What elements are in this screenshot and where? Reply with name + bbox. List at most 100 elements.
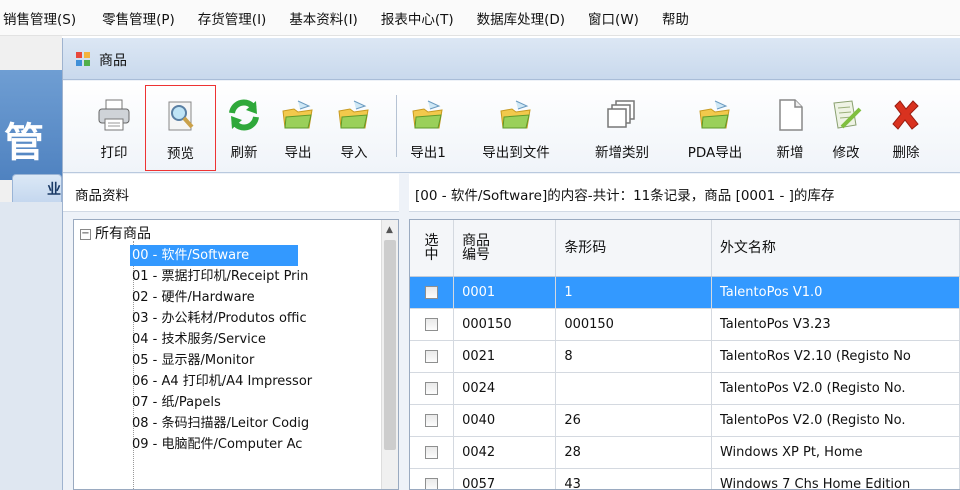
table-row[interactable]: 0042 28 Windows XP Pt, Home [410,436,960,469]
export-to-file-button[interactable]: 导出到文件 [468,81,564,173]
tree-item[interactable]: 01 - 票据打印机/Receipt Prin [130,266,398,287]
delete-button[interactable]: 删除 [881,81,931,173]
import-icon [338,100,369,129]
row-checkbox[interactable] [425,445,439,459]
background-panel [0,202,62,490]
main-menubar: 销售管理(S) 零售管理(P) 存货管理(I) 基本资料(I) 报表中心(T) … [0,0,960,36]
export-button-label: 导出 [284,145,312,161]
new-button-label: 新增 [776,145,804,161]
export-icon [282,100,313,129]
table-row[interactable]: 000150 000150 TalentoPos V3.23 [410,308,960,341]
import-button-label: 导入 [340,145,368,161]
background-app: 管 业 [0,36,62,490]
pda-export-button-label: PDA导出 [687,145,743,161]
product-grid: 选中 商品编号 条形码 外文名称 0001 1 TalentoPos V1.0 … [409,219,960,490]
cell-code: 0021 [453,340,557,373]
tree-item[interactable]: 05 - 显示器/Monitor [130,350,398,371]
delete-button-label: 删除 [892,145,920,161]
menu-retail[interactable]: 零售管理(P) [102,8,175,28]
edit-button-label: 修改 [832,145,860,161]
tree-root-label: 所有商品 [95,226,151,242]
cell-barcode: 28 [555,436,712,469]
export1-icon [412,100,443,129]
export-file-icon [500,100,531,129]
row-checkbox[interactable] [425,349,439,363]
edit-icon [833,100,862,129]
window-titlebar[interactable]: 商品 [63,38,960,80]
preview-button[interactable]: 预览 [145,85,216,171]
row-checkbox[interactable] [425,413,439,427]
scrollbar-thumb[interactable] [384,240,396,450]
column-header-foreign-name[interactable]: 外文名称 [711,220,960,277]
row-checkbox[interactable] [425,381,439,395]
tree-item[interactable]: 04 - 技术服务/Service [130,329,398,350]
cell-code: 0057 [453,468,557,489]
menu-sales[interactable]: 销售管理(S) [3,8,76,28]
row-checkbox[interactable] [425,477,439,489]
cell-code: 0024 [453,372,557,405]
background-tab-label: 业 [47,182,61,198]
tree-item[interactable]: 08 - 条码扫描器/Leitor Codig [130,413,398,434]
cell-code: 000150 [453,308,557,341]
tree-item[interactable]: 09 - 电脑配件/Computer Ac [130,434,398,455]
window-icon [76,52,90,66]
export1-button[interactable]: 导出1 [403,81,453,173]
scroll-up-icon[interactable]: ▲ [386,225,393,235]
pda-export-icon [699,100,730,129]
tree-item[interactable]: 06 - A4 打印机/A4 Impressor [130,371,398,392]
new-category-icon [607,100,635,128]
cell-code: 0042 [453,436,557,469]
content-summary: [00 - 软件/Software]的内容-共计：11条记录，商品 [0001 … [409,174,960,212]
row-checkbox[interactable] [425,317,439,331]
column-header-code[interactable]: 商品编号 [453,220,557,277]
column-header-barcode[interactable]: 条形码 [555,220,712,277]
print-button[interactable]: 打印 [89,81,139,173]
pda-export-button[interactable]: PDA导出 [679,81,751,173]
new-category-button-label: 新增类别 [595,145,649,161]
tree-item[interactable]: 03 - 办公耗材/Produtos offic [130,308,398,329]
background-banner: 管 [0,70,62,180]
import-button[interactable]: 导入 [329,81,379,173]
cell-foreign-name: TalentoRos V2.10 (Registo No [711,340,960,373]
tree-item[interactable]: 00 - 软件/Software [130,245,298,266]
category-tree[interactable]: − 所有商品 00 - 软件/Software 01 - 票据打印机/Receip… [73,219,399,490]
menu-basic-data[interactable]: 基本资料(I) [289,8,358,28]
tree-scrollbar[interactable]: ▲ [381,220,398,489]
new-document-icon [779,99,803,131]
cell-barcode [555,372,712,405]
cell-foreign-name: TalentoPos V2.0 (Registo No. [711,372,960,405]
printer-icon [98,99,130,131]
export-button[interactable]: 导出 [273,81,323,173]
cell-code: 0001 [453,276,557,309]
refresh-icon [229,99,259,131]
table-row[interactable]: 0021 8 TalentoRos V2.10 (Registo No [410,340,960,373]
background-tab[interactable]: 业 [12,174,62,204]
tree-item[interactable]: 02 - 硬件/Hardware [130,287,398,308]
product-window: 商品 打印 预览 刷新 导出 导入 导出1 导出到文件 新增类别 PDA导出 新… [62,38,960,490]
cell-code: 0040 [453,404,557,437]
table-row[interactable]: 0001 1 TalentoPos V1.0 [410,276,960,309]
row-checkbox[interactable] [425,285,439,299]
collapse-icon[interactable]: − [80,228,91,240]
column-header-select[interactable]: 选中 [410,220,455,277]
delete-icon [892,100,919,130]
table-row[interactable]: 0024 TalentoPos V2.0 (Registo No. [410,372,960,405]
new-category-button[interactable]: 新增类别 [582,81,662,173]
new-button[interactable]: 新增 [765,81,815,173]
product-info-header: 商品资料 [63,174,399,212]
cell-foreign-name: Windows XP Pt, Home [711,436,960,469]
menu-database[interactable]: 数据库处理(D) [477,8,565,28]
export1-button-label: 导出1 [410,145,446,161]
tree-item[interactable]: 07 - 纸/Papels [130,392,398,413]
menu-inventory[interactable]: 存货管理(I) [198,8,267,28]
refresh-button[interactable]: 刷新 [219,81,269,173]
table-row[interactable]: 0057 43 Windows 7 Chs Home Edition [410,468,960,489]
menu-window[interactable]: 窗口(W) [588,8,639,28]
table-row[interactable]: 0040 26 TalentoPos V2.0 (Registo No. [410,404,960,437]
cell-barcode: 1 [555,276,712,309]
tree-root[interactable]: − 所有商品 [80,223,151,243]
edit-button[interactable]: 修改 [821,81,871,173]
menu-reports[interactable]: 报表中心(T) [381,8,454,28]
menu-help[interactable]: 帮助 [662,8,689,28]
print-button-label: 打印 [100,145,128,161]
